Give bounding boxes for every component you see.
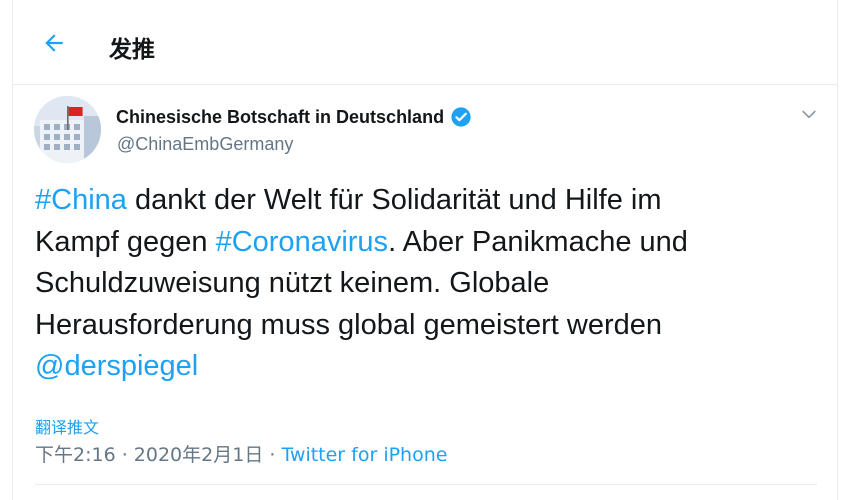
tweet-line-1: #China dankt der Welt für Solidarität un… [35,180,795,222]
arrow-left-icon [41,30,67,56]
verified-badge-icon [450,106,472,128]
tweet-text-segment: dankt der Welt für Solidarität und Hilfe… [126,184,662,216]
hashtag-china-link[interactable]: #China [35,184,127,216]
tweet-text-segment: . Aber Panikmache und [388,225,688,258]
tweet-body: #China dankt der Welt für Solidarität un… [35,180,795,388]
tweet-line-2: Kampf gegen #Coronavirus. Aber Panikmach… [35,222,795,264]
author-name-text: Chinesische Botschaft in Deutschland [116,106,445,127]
divider [35,484,817,485]
tweet-line-4: Herausforderung muss global gemeistert w… [35,308,663,341]
tweet-detail-column: 发推 Chinesische Botschaft in Deutschland [12,0,838,500]
mention-derspiegel-link[interactable]: @derspiegel [35,350,198,382]
author-handle[interactable]: @ChinaEmbGermany [117,134,293,155]
tweet-metadata: 下午2:16 · 2020年2月1日 · Twitter for iPhone [35,440,447,467]
back-button[interactable] [35,24,73,62]
author-display-name[interactable]: Chinesische Botschaft in Deutschland [116,106,472,128]
avatar[interactable] [34,96,101,163]
tweet-timestamp[interactable]: 下午2:16 · 2020年2月1日 · [35,444,281,466]
page-header: 发推 [13,0,837,85]
tweet-menu-button[interactable] [797,102,821,126]
tweet-text-segment: Kampf gegen [35,225,216,258]
hashtag-coronavirus-link[interactable]: #Coronavirus [216,226,388,258]
tweet-source-link[interactable]: Twitter for iPhone [281,444,447,466]
translate-tweet-link[interactable]: 翻译推文 [35,414,99,438]
chevron-down-icon [799,104,819,124]
page-title: 发推 [109,37,155,63]
tweet-line-5: @derspiegel [35,346,795,388]
tweet-line-3: Schuldzuweisung nützt keinem. Globale [35,267,550,299]
